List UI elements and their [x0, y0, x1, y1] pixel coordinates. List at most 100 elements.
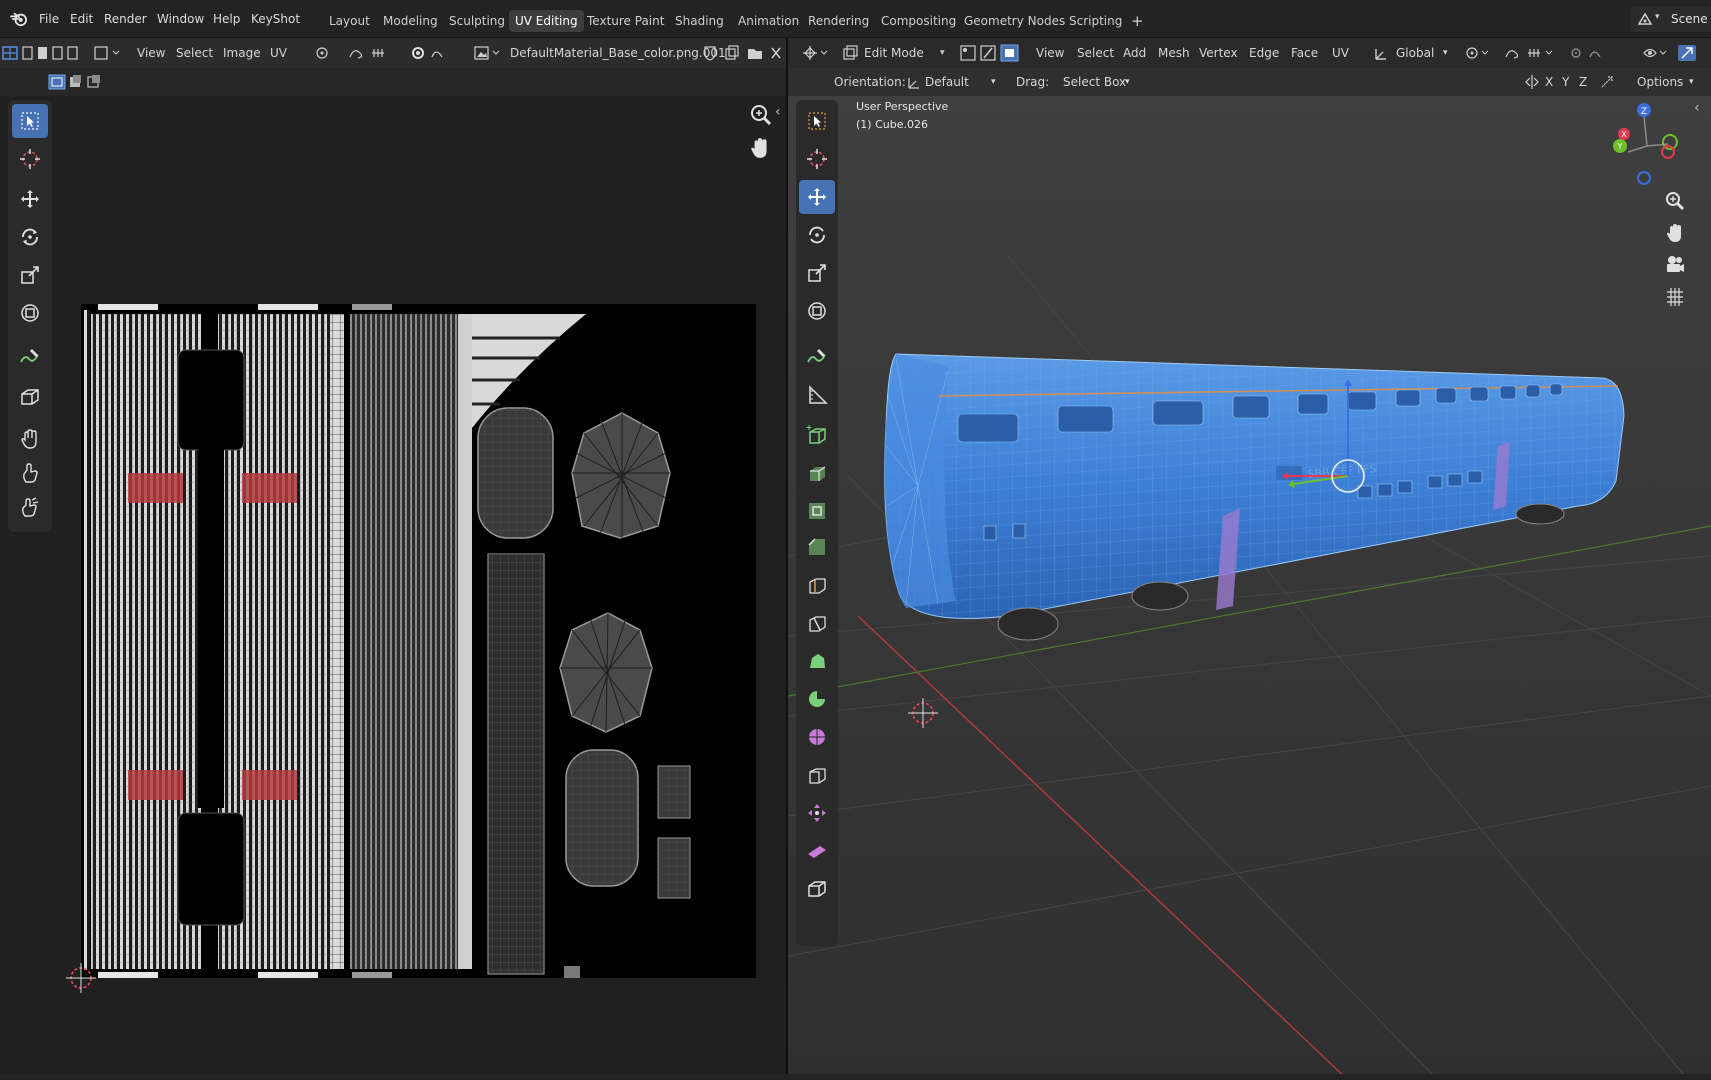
drag-select[interactable]: Select Box	[1063, 75, 1126, 89]
pan-hand-icon[interactable]	[748, 136, 772, 160]
vp-menu-select[interactable]: Select	[1077, 46, 1114, 60]
pinch-icon	[22, 497, 39, 517]
chevron-down-icon: ▾	[1689, 77, 1694, 87]
collapse-sidebar-icon[interactable]: ‹	[775, 104, 781, 120]
tool-scale[interactable]	[12, 258, 48, 292]
chevron-down-icon: ▾	[1125, 77, 1130, 87]
uv-menu-uv[interactable]: UV	[270, 46, 287, 60]
tab-animation[interactable]: Animation	[732, 10, 805, 32]
top-menu-bar: File Edit Render Window Help KeyShot Lay…	[0, 0, 1711, 38]
mirror-y-toggle[interactable]: Y	[1562, 75, 1569, 89]
menu-file[interactable]: File	[39, 12, 59, 26]
vp-menu-edge[interactable]: Edge	[1249, 46, 1279, 60]
mirror-z-toggle[interactable]: Z	[1579, 75, 1587, 89]
zoom-icon[interactable]	[748, 102, 774, 128]
tab-compositing[interactable]: Compositing	[875, 10, 962, 32]
tool-move[interactable]	[12, 182, 48, 216]
image-browse-icon[interactable]	[474, 45, 502, 61]
image-name-field[interactable]: DefaultMaterial_Base_color.png.001	[510, 46, 726, 60]
vp-menu-vertex[interactable]: Vertex	[1199, 46, 1238, 60]
tab-rendering[interactable]: Rendering	[802, 10, 875, 32]
orientation-label: Orientation:	[834, 75, 906, 89]
tab-modeling[interactable]: Modeling	[377, 10, 444, 32]
tab-texture-paint[interactable]: Texture Paint	[581, 10, 670, 32]
select-mode-icons[interactable]	[960, 44, 1020, 62]
vp-menu-mesh[interactable]: Mesh	[1158, 46, 1190, 60]
transform-icon	[21, 304, 39, 322]
vp-menu-view[interactable]: View	[1036, 46, 1064, 60]
mirror-icon[interactable]	[1524, 74, 1540, 90]
options-dropdown[interactable]: Options	[1637, 75, 1683, 89]
vp-menu-add[interactable]: Add	[1123, 46, 1146, 60]
transform-orientation-select[interactable]: Global	[1396, 46, 1434, 60]
blender-logo-icon[interactable]	[10, 11, 28, 27]
drag-label: Drag:	[1016, 75, 1050, 89]
auto-merge-icon[interactable]	[1599, 74, 1615, 90]
tool-cursor[interactable]	[12, 142, 48, 176]
orientation-icon	[908, 78, 919, 89]
uv-selection-mode-icons[interactable]	[48, 74, 108, 90]
chevron-down-icon: ▾	[1443, 48, 1448, 58]
uv-toolbar	[8, 100, 52, 532]
tool-pinch[interactable]	[12, 490, 48, 524]
uv-editor[interactable]: View Select Image UV DefaultMaterial_Bas…	[0, 38, 786, 1080]
tool-settings-bar: Orientation: Default ▾ Drag: Select Box …	[788, 68, 1711, 96]
chevron-down-icon: ▾	[991, 77, 996, 87]
pivot-snap-proportional-icons[interactable]	[1464, 45, 1614, 61]
menu-render[interactable]: Render	[104, 12, 147, 26]
status-bar	[0, 1074, 1711, 1080]
image-actions-icons[interactable]	[702, 45, 782, 61]
uv-pivot-snap-icons[interactable]	[314, 45, 444, 61]
tool-rotate[interactable]	[12, 220, 48, 254]
uv-editor-header: View Select Image UV DefaultMaterial_Bas…	[0, 38, 786, 68]
train-mesh[interactable]: SBB CFF FFS	[788, 96, 1711, 1080]
menu-help[interactable]: Help	[213, 12, 240, 26]
overlay-gizmo-icons[interactable]	[1642, 44, 1708, 62]
uv-menu-select[interactable]: Select	[176, 46, 213, 60]
tab-layout[interactable]: Layout	[323, 10, 376, 32]
rotate-icon	[22, 228, 38, 246]
mode-selector[interactable]: Edit Mode	[864, 46, 924, 60]
add-workspace-button[interactable]: +	[1125, 10, 1150, 32]
tool-transform[interactable]	[12, 296, 48, 330]
uv-select-mode-icon[interactable]	[94, 45, 122, 61]
uv-canvas[interactable]	[60, 258, 780, 998]
uv-sync-select-icon[interactable]	[22, 45, 82, 61]
tab-sculpting[interactable]: Sculpting	[443, 10, 511, 32]
tool-annotate[interactable]	[12, 340, 48, 374]
tab-uv-editing[interactable]: UV Editing	[509, 10, 584, 32]
uv-red-marker	[242, 770, 297, 800]
menu-edit[interactable]: Edit	[70, 12, 93, 26]
uv-editor-subheader	[0, 68, 786, 96]
scene-name: Scene	[1671, 12, 1708, 26]
viewport-editor-type-icon[interactable]	[802, 45, 830, 61]
scene-icon	[1637, 12, 1653, 25]
mirror-x-toggle[interactable]: X	[1545, 75, 1553, 89]
menu-keyshot[interactable]: KeyShot	[251, 12, 300, 26]
chevron-down-icon: ▾	[940, 48, 945, 58]
rip-region-icon	[21, 389, 39, 405]
transform-orientation-icon	[1375, 49, 1386, 60]
orientation-select[interactable]: Default	[925, 75, 969, 89]
uv-menu-image[interactable]: Image	[223, 46, 261, 60]
vp-menu-uv[interactable]: UV	[1332, 46, 1349, 60]
tool-select-box[interactable]	[12, 104, 48, 138]
tab-geometry-nodes[interactable]: Geometry Nodes	[958, 10, 1071, 32]
cursor-icon	[20, 149, 40, 169]
move-icon	[21, 190, 39, 208]
tab-shading[interactable]: Shading	[669, 10, 730, 32]
tool-grab[interactable]	[12, 422, 48, 456]
chevron-down-icon: ▾	[1655, 12, 1660, 22]
menu-window[interactable]: Window	[157, 12, 204, 26]
uv-red-marker	[242, 473, 297, 503]
tool-relax[interactable]	[12, 456, 48, 490]
tool-rip-region[interactable]	[12, 380, 48, 414]
editor-type-icon[interactable]	[2, 45, 18, 61]
3d-viewport[interactable]: Edit Mode ▾ View Select Add Mesh Vertex …	[788, 38, 1711, 1080]
select-box-icon	[21, 112, 39, 130]
uv-menu-view[interactable]: View	[137, 46, 165, 60]
scene-selector[interactable]: ▾ Scene	[1631, 6, 1711, 32]
vp-menu-face[interactable]: Face	[1291, 46, 1318, 60]
tab-scripting[interactable]: Scripting	[1063, 10, 1128, 32]
3d-cursor[interactable]	[908, 698, 938, 728]
